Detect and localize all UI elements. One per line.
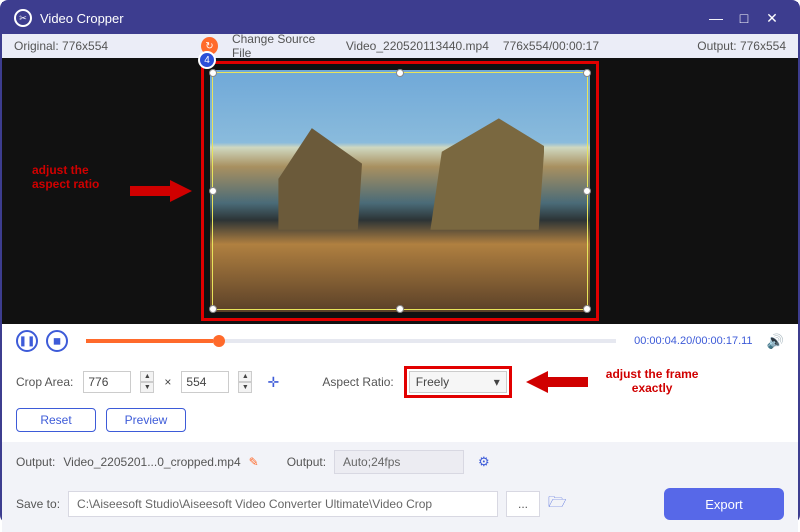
crop-rectangle[interactable] [212,72,588,310]
playback-bar: ❚❚ ◼ 00:00:04.20/00:00:17.11 🔊 [2,324,798,358]
browse-button[interactable]: ... [506,491,540,517]
step-badge-4: 4 [198,51,216,69]
change-source-link[interactable]: Change Source File [232,32,332,60]
arrow-left-icon [526,371,588,393]
open-folder-icon[interactable]: 🗁 [548,492,567,517]
close-button[interactable]: ✕ [758,10,786,27]
annotation-frame-select: Freely ▾ [404,366,512,398]
chevron-down-icon: ▾ [494,375,500,389]
center-crop-icon[interactable]: ✛ [262,371,284,393]
crop-width-input[interactable]: 776 [83,371,131,393]
save-to-label: Save to: [16,497,60,511]
arrow-right-icon [130,180,192,202]
maximize-button[interactable]: □ [730,10,758,26]
crop-handle-bl[interactable] [209,305,217,313]
aspect-ratio-select[interactable]: Freely ▾ [409,371,507,393]
output-size-label: Output: 776x554 [697,39,786,53]
save-row: Save to: C:\Aiseesoft Studio\Aiseesoft V… [2,482,798,532]
export-button[interactable]: Export [664,488,784,520]
output-format-label: Output: [287,455,326,469]
output-label: Output: [16,455,55,469]
annotation-aspect-ratio: adjust the aspect ratio [32,163,99,192]
output-format-box[interactable]: Auto;24fps [334,450,464,474]
crop-handle-t[interactable] [396,69,404,77]
original-size-label: Original: 776x554 [14,39,108,53]
annotation-frame [201,61,599,321]
seek-slider[interactable] [86,339,616,343]
app-title: Video Cropper [40,11,702,26]
info-bar: Original: 776x554 ↻ Change Source File V… [2,34,798,58]
aspect-ratio-label: Aspect Ratio: [322,375,393,389]
crop-handle-r[interactable] [583,187,591,195]
titlebar: ✂ Video Cropper — □ ✕ [2,2,798,34]
volume-icon[interactable]: 🔊 [767,333,784,350]
save-path-input[interactable]: C:\Aiseesoft Studio\Aiseesoft Video Conv… [68,491,498,517]
crop-handle-tr[interactable] [583,69,591,77]
crop-height-spinner[interactable]: ▲▼ [238,371,252,393]
crop-params-row: Crop Area: 776 ▲▼ × 554 ▲▼ ✛ Aspect Rati… [2,358,798,406]
crop-handle-tl[interactable] [209,69,217,77]
output-settings-icon[interactable]: ⚙ [478,454,490,470]
pause-button[interactable]: ❚❚ [16,330,38,352]
crop-handle-l[interactable] [209,187,217,195]
preview-button[interactable]: Preview [106,408,186,432]
preview-area: adjust the aspect ratio [2,58,798,324]
dims-duration-label: 776x554/00:00:17 [503,39,599,53]
edit-filename-icon[interactable]: ✎ [249,455,259,469]
minimize-button[interactable]: — [702,10,730,26]
button-row: Reset Preview [2,406,798,442]
crop-width-spinner[interactable]: ▲▼ [140,371,154,393]
stop-button[interactable]: ◼ [46,330,68,352]
crop-handle-b[interactable] [396,305,404,313]
times-label: × [164,375,171,389]
crop-height-input[interactable]: 554 [181,371,229,393]
annotation-frame-exactly: adjust the frame exactly [606,368,699,396]
reset-button[interactable]: Reset [16,408,96,432]
output-row: Output: Video_2205201...0_cropped.mp4 ✎ … [2,442,798,482]
seek-thumb[interactable] [213,335,225,347]
filename-label: Video_220520113440.mp4 [346,39,489,53]
crop-area-label: Crop Area: [16,375,73,389]
app-logo-icon: ✂ [14,9,32,27]
output-filename: Video_2205201...0_cropped.mp4 [63,455,240,469]
time-display: 00:00:04.20/00:00:17.11 [634,335,752,347]
crop-handle-br[interactable] [583,305,591,313]
